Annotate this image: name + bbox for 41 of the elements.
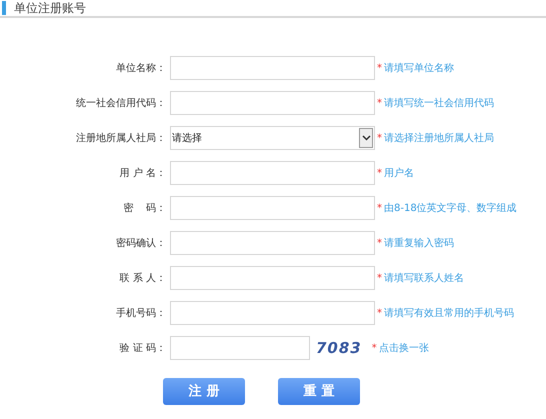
field-label: 统一社会信用代码： — [75, 96, 166, 110]
field-label: 用 户 名： — [118, 166, 166, 180]
field-hint: 请填写统一社会信用代码 — [384, 96, 494, 110]
input-field[interactable] — [170, 56, 375, 80]
required-asterisk: * — [377, 306, 382, 320]
input-field[interactable] — [170, 161, 375, 185]
register-button[interactable]: 注 册 — [163, 378, 245, 405]
select-field[interactable]: 请选择 — [170, 126, 375, 150]
field-hint: 用户名 — [384, 166, 414, 180]
input-field[interactable] — [170, 266, 375, 290]
field-label: 密 码： — [122, 202, 166, 216]
reset-button[interactable]: 重 置 — [278, 378, 360, 405]
required-asterisk: * — [377, 96, 382, 110]
input-field[interactable] — [170, 301, 375, 325]
field-label: 手机号码： — [115, 306, 166, 320]
input-field[interactable] — [170, 231, 375, 255]
required-asterisk: * — [377, 132, 382, 146]
field-label: 联 系 人： — [118, 272, 166, 286]
chevron-icon — [359, 128, 373, 148]
input-field[interactable] — [170, 336, 310, 360]
required-asterisk: * — [377, 62, 382, 76]
field-label: 注册地所属人社局： — [75, 132, 166, 146]
required-asterisk: * — [377, 236, 382, 250]
field-hint: 请填写联系人姓名 — [384, 272, 464, 286]
field-hint: 由8-18位英文字母、数字组成 — [384, 202, 517, 216]
field-hint: 请填写有效且常用的手机号码 — [384, 306, 514, 320]
required-asterisk: * — [372, 342, 377, 356]
field-label: 验 证 码： — [118, 342, 166, 356]
field-label: 密码确认： — [115, 236, 166, 250]
input-field[interactable] — [170, 196, 375, 220]
input-field[interactable] — [170, 91, 375, 115]
required-asterisk: * — [377, 202, 382, 216]
required-asterisk: * — [377, 272, 382, 286]
field-hint: 请选择注册地所属人社局 — [384, 132, 494, 146]
required-asterisk: * — [377, 166, 382, 180]
field-hint: 请填写单位名称 — [384, 62, 454, 76]
field-label: 单位名称： — [115, 62, 166, 76]
field-hint[interactable]: 点击换一张 — [378, 340, 429, 356]
field-hint: 请重复输入密码 — [384, 236, 454, 250]
captcha-image[interactable]: 7083 — [316, 340, 362, 356]
page-title: 单位注册账号 — [14, 2, 86, 14]
